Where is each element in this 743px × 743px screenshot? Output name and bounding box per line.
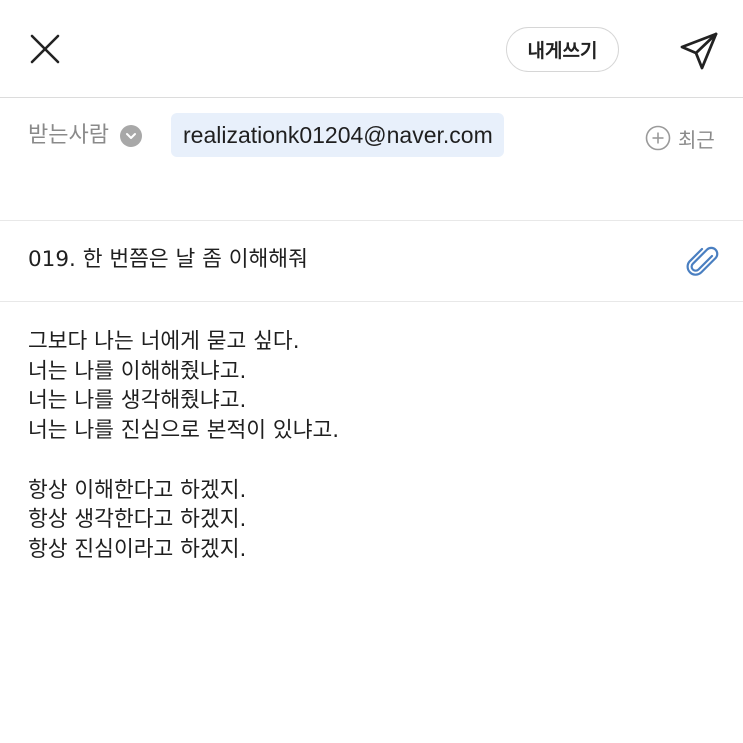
body-line: 너는 나를 생각해줬냐고. <box>28 388 247 414</box>
send-icon <box>680 32 718 70</box>
send-button[interactable] <box>674 26 724 76</box>
close-icon <box>30 34 60 64</box>
subject-input[interactable]: 019. 한 번쯤은 날 좀 이해해줘 <box>28 245 308 275</box>
mail-body[interactable]: 그보다 나는 너에게 묻고 싶다. 너는 나를 이해해줬냐고. 너는 나를 생각… <box>28 327 718 565</box>
body-line: 항상 진심이라고 하겠지. <box>28 536 247 562</box>
close-button[interactable] <box>22 26 68 72</box>
attach-file-button[interactable] <box>684 242 724 282</box>
recipient-row: 받는사람 realizationk01204@naver.com 최근 <box>0 98 743 221</box>
mail-compose-screen: 내게쓰기 받는사람 realizationk01204@naver.com 최근 <box>0 0 743 743</box>
recipient-label: 받는사람 <box>28 123 109 148</box>
body-line <box>28 446 718 476</box>
body-line: 너는 나를 이해해줬냐고. <box>28 358 247 384</box>
body-line: 항상 이해한다고 하겠지. <box>28 477 247 503</box>
write-to-self-button[interactable]: 내게쓰기 <box>506 27 619 72</box>
recent-recipients-button[interactable]: 최근 <box>645 124 715 152</box>
recipient-toggle-button[interactable] <box>120 125 142 147</box>
top-bar: 내게쓰기 <box>0 0 743 98</box>
paperclip-icon <box>686 246 719 276</box>
body-line: 그보다 나는 너에게 묻고 싶다. <box>28 329 300 354</box>
recipient-address-chip[interactable]: realizationk01204@naver.com <box>171 113 504 157</box>
plus-circle-icon <box>645 125 671 151</box>
recent-label: 최근 <box>678 127 715 152</box>
subject-row: 019. 한 번쯤은 날 좀 이해해줘 <box>0 221 743 302</box>
recipient-address: realizationk01204@naver.com <box>183 121 493 148</box>
body-line: 항상 생각한다고 하겠지. <box>28 507 247 533</box>
chevron-down-icon <box>126 133 136 139</box>
body-line: 너는 나를 진심으로 본적이 있냐고. <box>28 418 340 444</box>
